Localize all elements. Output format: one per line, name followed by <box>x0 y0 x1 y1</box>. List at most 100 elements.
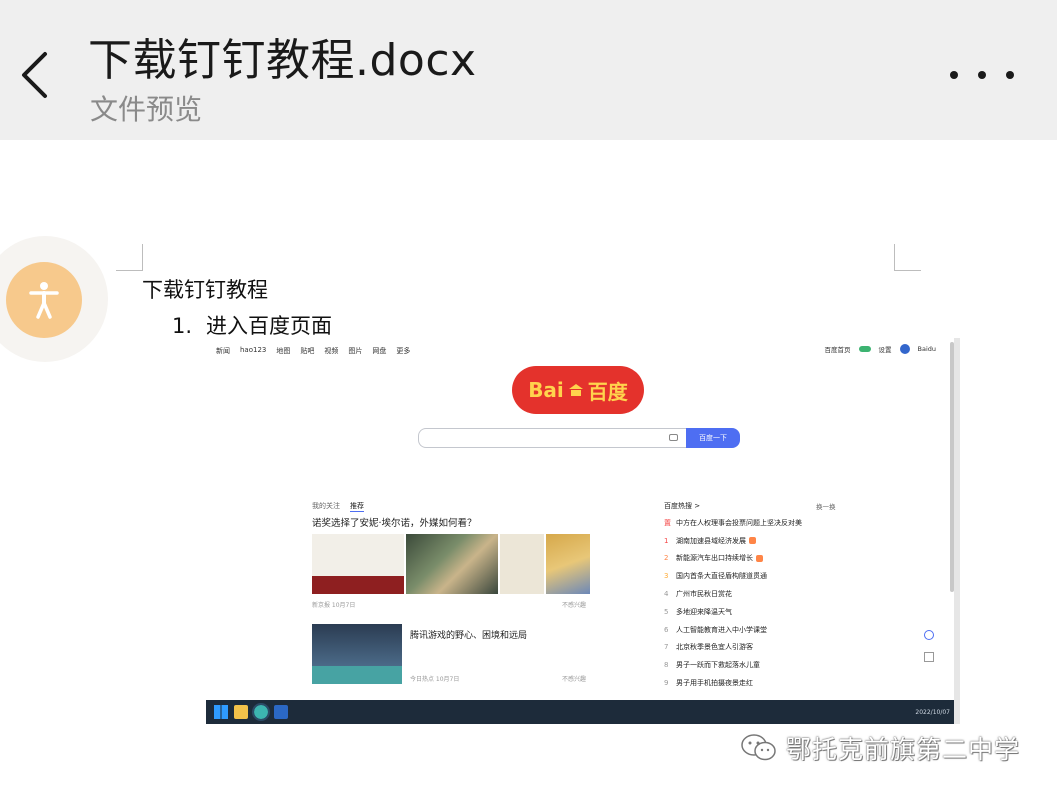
hot-rank: 4 <box>664 590 669 599</box>
baidu-feed-headline: 诺奖选择了安妮·埃尔诺，外媒如何看？ <box>312 518 477 529</box>
feed-image <box>312 624 402 684</box>
windows-taskbar: 2022/10/07 <box>206 700 954 724</box>
baidu-nav-item: 视频 <box>324 347 339 355</box>
watermark-text: 鄂托克前旗第二中学 <box>786 735 1021 764</box>
list-text: 进入百度页面 <box>206 314 333 338</box>
baidu-right-link: 设置 <box>878 346 892 354</box>
hot-text: 男子一跃而下救起落水儿童 <box>676 661 760 670</box>
baidu-logo-left: Bai <box>528 378 564 402</box>
document-list-item: 1. 进入百度页面 <box>172 310 332 340</box>
feed-meta-action: 不感兴趣 <box>562 602 587 609</box>
baidu-right-link: 百度首页 <box>824 346 851 354</box>
baidu-nav-item: 新闻 <box>216 347 230 355</box>
hot-text: 人工智能教育进入中小学课堂 <box>676 625 767 634</box>
hot-rank: 5 <box>664 607 669 616</box>
baidu-hot-title: 百度热搜 > <box>664 502 701 510</box>
hot-list-item: 2 新能源汽车出口持续增长 <box>664 550 802 568</box>
feed-image <box>546 534 590 594</box>
feed-item-title: 腾讯游戏的野心、困境和远局 <box>410 631 528 641</box>
page-corner-mark <box>116 244 143 271</box>
feed-meta-action: 不感兴趣 <box>562 676 587 683</box>
list-number: 1. <box>172 314 193 338</box>
hot-list-item: 6 人工智能教育进入中小学课堂 <box>664 621 802 639</box>
hot-text: 北京秋季景色宜人引游客 <box>676 643 753 652</box>
feed-image <box>406 534 498 594</box>
baidu-hot-refresh: 换一换 <box>816 503 836 511</box>
page-corner-mark <box>894 244 921 271</box>
accessibility-button[interactable] <box>6 262 82 338</box>
baidu-logo-right: 百度 <box>587 379 628 404</box>
more-dots-icon <box>1006 71 1014 79</box>
feed-image <box>500 534 544 594</box>
scrollbar <box>950 342 954 592</box>
hot-rank: 7 <box>664 643 669 652</box>
hot-list-item: 置中方在人权理事会投票问题上坚决反对美 <box>664 514 802 532</box>
folder-icon <box>234 705 248 719</box>
baidu-nav-item: 网盘 <box>372 347 387 355</box>
feed-image <box>312 534 404 594</box>
file-title: 下载钉钉教程.docx <box>88 35 477 86</box>
hot-list-item: 4 广州市民秋日赏花 <box>664 585 802 603</box>
camera-icon <box>669 434 678 441</box>
chevron-left-icon <box>22 52 47 98</box>
hot-text: 多地迎来降温天气 <box>676 607 732 616</box>
avatar <box>899 344 910 354</box>
file-preview-label: 文件预览 <box>90 93 203 126</box>
hot-rank: 1 <box>664 536 669 545</box>
hot-list-item: 9 男子用手机拍摄夜景走红 <box>664 674 802 692</box>
hot-badge-icon <box>749 537 756 545</box>
document-heading: 下载钉钉教程 <box>142 278 268 302</box>
hot-list-item: 8 男子一跃而下救起落水儿童 <box>664 656 802 674</box>
hot-text: 湖南加速县域经济发展 <box>676 536 746 545</box>
hot-list-item: 5 多地迎来降温天气 <box>664 603 802 621</box>
feed-meta: 今日热点 10月7日 <box>410 676 460 683</box>
hot-rank: 8 <box>664 661 669 670</box>
baidu-feed-tabs: 我的关注 推荐 <box>312 501 364 512</box>
baidu-nav-item: 图片 <box>348 347 363 355</box>
hot-rank: 置 <box>664 518 671 527</box>
baidu-right-link: Baidu <box>917 345 937 353</box>
hot-text: 新能源汽车出口持续增长 <box>676 554 753 563</box>
taskbar-clock: 2022/10/07 <box>915 708 950 716</box>
edge-browser-icon <box>252 703 270 721</box>
hot-list-item: 7 北京秋季景色宜人引游客 <box>664 639 802 657</box>
side-tool-icon <box>924 630 934 640</box>
baidu-search-input <box>418 428 686 448</box>
hot-text: 男子用手机拍摄夜景走红 <box>676 679 753 688</box>
accessibility-person-icon <box>29 282 59 319</box>
more-dots-icon <box>978 71 986 79</box>
hot-text: 广州市民秋日赏花 <box>676 590 732 599</box>
baidu-search-button-label: 百度一下 <box>699 434 727 442</box>
temple-icon <box>568 384 583 396</box>
baidu-top-nav: 新闻 hao123 地图 贴吧 视频 图片 网盘 更多 <box>216 346 410 356</box>
hot-rank: 6 <box>664 625 669 634</box>
wechat-icon <box>741 734 776 761</box>
baidu-right-links: 百度首页 设置 Baidu <box>824 344 937 354</box>
word-icon <box>274 705 288 719</box>
baidu-nav-item: 更多 <box>396 347 411 355</box>
baidu-search-button: 百度一下 <box>686 428 740 448</box>
baidu-feed-images <box>312 534 590 594</box>
baidu-nav-item: hao123 <box>240 346 267 354</box>
baidu-feed-tab: 我的关注 <box>312 502 340 510</box>
top-bar: 下载钉钉教程.docx 文件预览 <box>0 0 1057 140</box>
toggle-icon <box>858 346 871 352</box>
more-dots-icon <box>950 71 958 79</box>
watermark: 鄂托克前旗第二中学 <box>740 730 1020 766</box>
baidu-feed-tab: 推荐 <box>350 502 364 512</box>
more-options-button[interactable] <box>950 58 1014 92</box>
baidu-logo: Bai 百度 <box>512 366 644 414</box>
baidu-nav-item: 贴吧 <box>300 347 315 355</box>
qr-code-icon <box>924 652 934 662</box>
embedded-screenshot: 新闻 hao123 地图 贴吧 视频 图片 网盘 更多 百度首页 设置 Baid… <box>206 338 960 724</box>
baidu-hot-list: 置中方在人权理事会投票问题上坚决反对美 1 湖南加速县域经济发展 2 新能源汽车出口… <box>664 514 802 692</box>
hot-text: 中方在人权理事会投票问题上坚决反对美 <box>676 518 802 527</box>
hot-list-item: 1 湖南加速县域经济发展 <box>664 532 802 550</box>
hot-list-item: 3 国内首条大直径盾构隧道贯通 <box>664 567 802 585</box>
hot-rank: 3 <box>664 572 669 581</box>
windows-start-icon <box>214 705 228 719</box>
hot-text: 国内首条大直径盾构隧道贯通 <box>676 572 767 581</box>
feed-meta: 新京报 10月7日 <box>312 602 356 609</box>
back-button[interactable] <box>14 48 54 102</box>
baidu-nav-item: 地图 <box>276 347 291 355</box>
